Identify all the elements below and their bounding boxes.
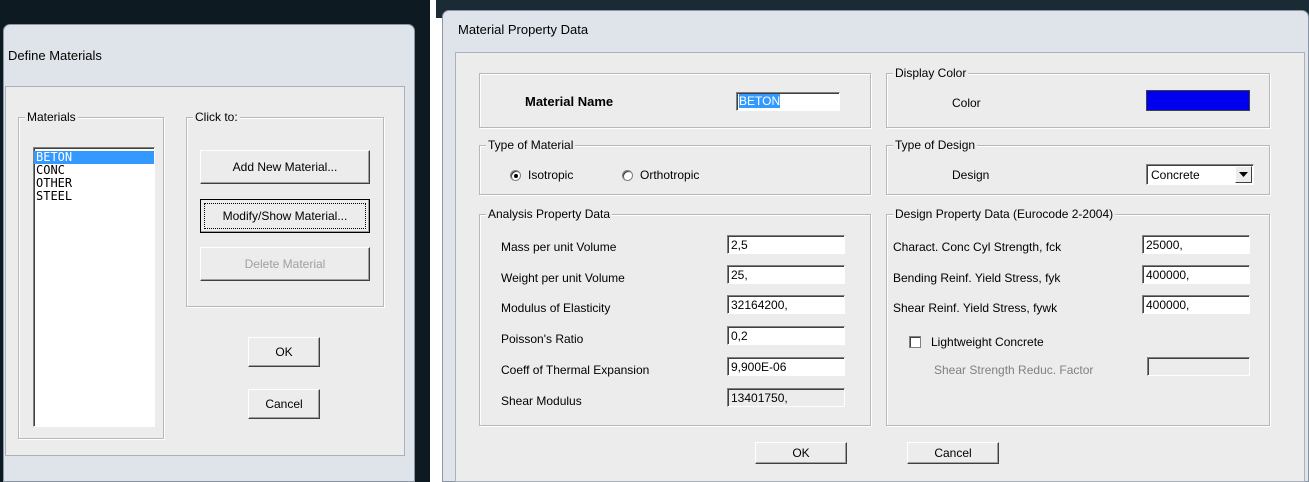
shear-modulus-field: 13401750,: [727, 388, 845, 407]
lightweight-label[interactable]: Lightweight Concrete: [931, 335, 1044, 349]
type-of-material-label: Type of Material: [486, 138, 576, 152]
design-select[interactable]: Concrete: [1146, 164, 1254, 185]
shear-reduc-label: Shear Strength Reduc. Factor: [934, 363, 1094, 377]
design-property-label: Design Property Data (Eurocode 2-2004): [893, 207, 1116, 221]
materials-list[interactable]: BETON CONC OTHER STEEL: [33, 147, 155, 427]
fyk-label: Bending Reinf. Yield Stress, fyk: [893, 271, 1061, 285]
separator: [430, 0, 436, 482]
poisson-field[interactable]: 0,2: [727, 326, 845, 345]
chevron-down-icon[interactable]: [1235, 166, 1252, 183]
material-name-label: Material Name: [525, 94, 614, 109]
design-select-value: Concrete: [1151, 168, 1200, 182]
click-to-group-label: Click to:: [193, 110, 240, 124]
cancel-button[interactable]: Cancel: [248, 389, 320, 419]
orthotropic-label[interactable]: Orthotropic: [640, 168, 699, 182]
delete-material-button[interactable]: Delete Material: [200, 247, 370, 281]
modulus-label: Modulus of Elasticity: [501, 301, 611, 315]
shear-reduc-field: [1147, 357, 1250, 376]
isotropic-radio[interactable]: [510, 170, 521, 181]
type-of-design-label: Type of Design: [893, 138, 978, 152]
mass-field[interactable]: 2,5: [727, 235, 845, 254]
design-label: Design: [952, 168, 990, 182]
add-new-material-button[interactable]: Add New Material...: [200, 150, 370, 184]
orthotropic-radio[interactable]: [622, 170, 633, 181]
shear-modulus-label: Shear Modulus: [501, 394, 582, 408]
display-color-label: Display Color: [893, 66, 969, 80]
list-item[interactable]: STEEL: [34, 190, 154, 203]
weight-label: Weight per unit Volume: [501, 271, 625, 285]
analysis-property-label: Analysis Property Data: [486, 207, 613, 221]
color-label: Color: [952, 96, 981, 110]
color-swatch[interactable]: [1146, 90, 1250, 111]
cancel-button[interactable]: Cancel: [907, 442, 999, 464]
dialog-title: Material Property Data: [458, 22, 589, 37]
materials-group-label: Materials: [25, 110, 78, 124]
isotropic-label[interactable]: Isotropic: [528, 168, 573, 182]
fywk-label: Shear Reinf. Yield Stress, fywk: [893, 301, 1058, 315]
ok-button[interactable]: OK: [755, 442, 847, 464]
poisson-label: Poisson's Ratio: [501, 332, 584, 346]
modulus-field[interactable]: 32164200,: [727, 295, 845, 314]
fck-field[interactable]: 25000,: [1142, 235, 1250, 254]
material-name-value: BETON: [739, 94, 781, 108]
thermal-label: Coeff of Thermal Expansion: [501, 363, 650, 377]
fck-label: Charact. Conc Cyl Strength, fck: [893, 240, 1062, 254]
material-name-field[interactable]: BETON: [736, 92, 840, 111]
weight-field[interactable]: 25,: [727, 265, 845, 284]
dialog-title: Define Materials: [8, 48, 102, 63]
fyk-field[interactable]: 400000,: [1142, 265, 1250, 284]
mass-label: Mass per unit Volume: [501, 240, 617, 254]
fywk-field[interactable]: 400000,: [1142, 295, 1250, 314]
ok-button[interactable]: OK: [248, 337, 320, 367]
thermal-field[interactable]: 9,900E-06: [727, 357, 845, 376]
lightweight-checkbox[interactable]: [909, 336, 921, 348]
modify-show-material-button[interactable]: Modify/Show Material...: [200, 199, 370, 233]
